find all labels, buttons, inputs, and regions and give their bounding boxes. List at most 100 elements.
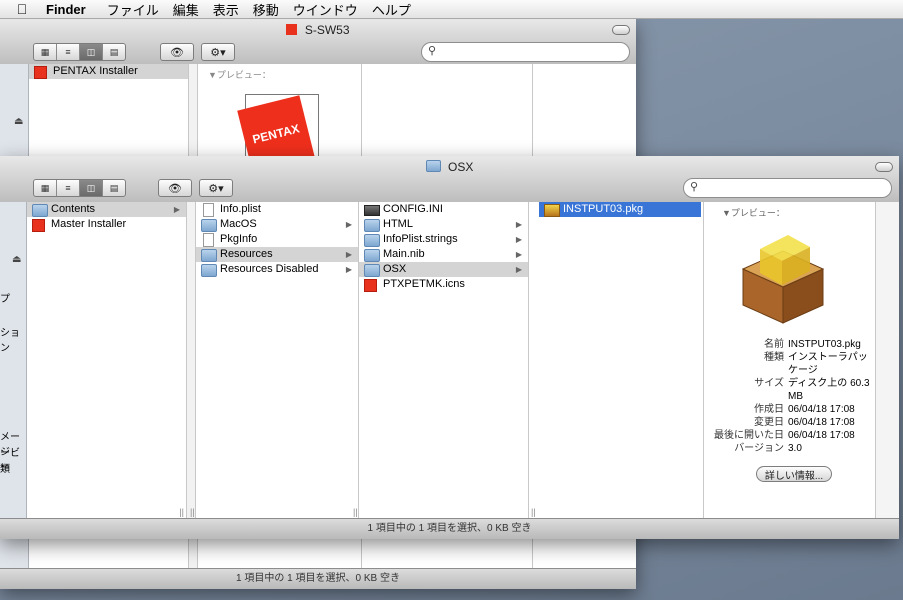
menu-file[interactable]: ファイル: [107, 0, 159, 19]
eject-icon[interactable]: ⏏: [14, 116, 23, 127]
column-resize-handle[interactable]: ||: [179, 507, 184, 517]
document-icon: [203, 203, 214, 217]
folder-icon: [201, 249, 217, 262]
item-label: Contents: [51, 203, 96, 215]
info-key: 種類: [764, 352, 784, 363]
sidebar: ⏏ プ ション メージ ービー 類: [0, 202, 27, 519]
list-item[interactable]: Master Installer: [27, 217, 186, 232]
list-view-icon[interactable]: ≡: [57, 180, 80, 196]
coverflow-view-icon[interactable]: ▤: [103, 180, 125, 196]
info-key: 最後に開いた日: [714, 430, 784, 441]
column-gap: [187, 202, 196, 519]
column-4: INSTPUT03.pkg ||: [529, 202, 704, 519]
item-label: HTML: [383, 218, 413, 230]
info-row: サイズ ディスク上の 60.3 MB: [704, 377, 870, 403]
list-item[interactable]: Info.plist: [196, 202, 358, 217]
info-key: 作成日: [754, 404, 784, 415]
list-item[interactable]: OSX ▶: [359, 262, 528, 277]
preview-label: ▼プレビュー：: [722, 208, 785, 218]
view-mode-control[interactable]: ▦ ≡ ◫ ▤: [33, 179, 126, 197]
list-item[interactable]: CONFIG.INI: [359, 202, 528, 217]
toolbar-toggle-button[interactable]: [875, 162, 893, 172]
search-icon: ⚲: [428, 45, 437, 57]
search-icon: ⚲: [690, 181, 699, 193]
more-info-button[interactable]: 詳しい情報...: [756, 466, 832, 482]
folder-icon: [364, 264, 380, 277]
gear-icon: ⚙▾: [210, 46, 226, 59]
info-row: 最後に開いた日 06/04/18 17:08: [704, 429, 870, 442]
disclosure-arrow-icon: ▶: [345, 250, 352, 259]
quick-look-button[interactable]: 👁: [158, 179, 192, 197]
menu-view[interactable]: 表示: [213, 0, 239, 19]
info-key: サイズ: [754, 378, 784, 389]
item-label: Resources: [220, 248, 273, 260]
info-key: 変更日: [754, 417, 784, 428]
window-titlebar[interactable]: OSX: [0, 156, 899, 178]
icon-view-icon[interactable]: ▦: [34, 180, 57, 196]
info-row: 作成日 06/04/18 17:08: [704, 403, 870, 416]
info-row: バージョン 3.0: [704, 442, 870, 455]
menu-window[interactable]: ウインドウ: [293, 0, 358, 19]
ini-file-icon: [364, 205, 380, 216]
document-icon: [203, 233, 214, 247]
eye-icon: 👁: [170, 46, 184, 59]
list-item[interactable]: INSTPUT03.pkg: [539, 202, 701, 217]
info-key: 名前: [764, 339, 784, 350]
disclosure-arrow-icon: ▶: [173, 205, 180, 214]
menu-go[interactable]: 移動: [253, 0, 279, 19]
item-label: INSTPUT03.pkg: [563, 203, 644, 215]
column-resize-handle[interactable]: ||: [353, 507, 358, 517]
folder-icon: [364, 249, 380, 262]
list-item[interactable]: InfoPlist.strings ▶: [359, 232, 528, 247]
folder-icon: [201, 219, 217, 232]
quick-look-button[interactable]: 👁: [160, 43, 194, 61]
sidebar-item[interactable]: ション: [0, 324, 26, 354]
toolbar-toggle-button[interactable]: [612, 25, 630, 35]
disclosure-arrow-icon: ▶: [515, 220, 522, 229]
list-item[interactable]: PTXPETMK.icns: [359, 277, 528, 292]
file-info-table: 名前 INSTPUT03.pkg 種類 インストーラパッケージ サイズ ディスク上の …: [704, 338, 870, 455]
column-resize-handle[interactable]: ||: [531, 507, 536, 517]
sidebar-item[interactable]: プ: [0, 290, 10, 305]
menu-app-name[interactable]: Finder: [46, 2, 86, 17]
info-value: 06/04/18 17:08: [788, 417, 855, 428]
info-value: INSTPUT03.pkg: [788, 339, 861, 350]
icon-view-icon[interactable]: ▦: [34, 44, 57, 60]
menu-help[interactable]: ヘルプ: [372, 0, 411, 19]
search-field[interactable]: ⚲: [683, 178, 892, 198]
list-item[interactable]: PkgInfo: [196, 232, 358, 247]
view-mode-control[interactable]: ▦ ≡ ◫ ▤: [33, 43, 126, 61]
action-button[interactable]: ⚙▾: [201, 43, 235, 61]
action-button[interactable]: ⚙▾: [199, 179, 233, 197]
disclosure-arrow-icon: ▶: [345, 265, 352, 274]
coverflow-view-icon[interactable]: ▤: [103, 44, 125, 60]
list-item[interactable]: Main.nib ▶: [359, 247, 528, 262]
list-item[interactable]: Resources Disabled ▶: [196, 262, 358, 277]
sidebar-item[interactable]: 類: [0, 460, 10, 475]
disclosure-arrow-icon: ▶: [515, 265, 522, 274]
package-icon: [544, 204, 560, 217]
column-view-icon[interactable]: ◫: [80, 44, 103, 60]
eject-icon[interactable]: ⏏: [12, 254, 21, 265]
folder-icon: [32, 204, 48, 217]
list-item[interactable]: HTML ▶: [359, 217, 528, 232]
window-titlebar[interactable]: S-SW53: [0, 19, 636, 41]
column-view-icon[interactable]: ◫: [80, 180, 103, 196]
menu-edit[interactable]: 編集: [173, 0, 199, 19]
list-item[interactable]: PENTAX Installer: [29, 64, 188, 79]
list-item[interactable]: MacOS ▶: [196, 217, 358, 232]
item-label: Resources Disabled: [220, 263, 319, 275]
item-label: PTXPETMK.icns: [383, 278, 465, 290]
column-resize-handle[interactable]: ||: [190, 507, 195, 517]
list-view-icon[interactable]: ≡: [57, 44, 80, 60]
list-item[interactable]: Contents ▶: [27, 202, 186, 217]
status-bar: 1 項目中の 1 項目を選択、0 KB 空き: [0, 518, 899, 539]
search-field[interactable]: ⚲: [421, 42, 630, 62]
status-text: 1 項目中の 1 項目を選択、0 KB 空き: [236, 573, 400, 584]
list-item[interactable]: Resources ▶: [196, 247, 358, 262]
apple-menu-icon[interactable]: : [14, 1, 30, 17]
column-3: CONFIG.INI HTML ▶ InfoPlist.strings ▶ Ma…: [353, 202, 529, 519]
front-finder-window: OSX ▦ ≡ ◫ ▤ 👁 ⚙▾ ⚲ ⏏ プ ション メージ ービー 類 Con…: [0, 156, 899, 539]
preview-column: ▼プレビュー： 名前 INSTPUT03.pkg 種類 インストーラパッケージ サイ…: [704, 202, 876, 519]
info-row: 名前 INSTPUT03.pkg: [704, 338, 870, 351]
